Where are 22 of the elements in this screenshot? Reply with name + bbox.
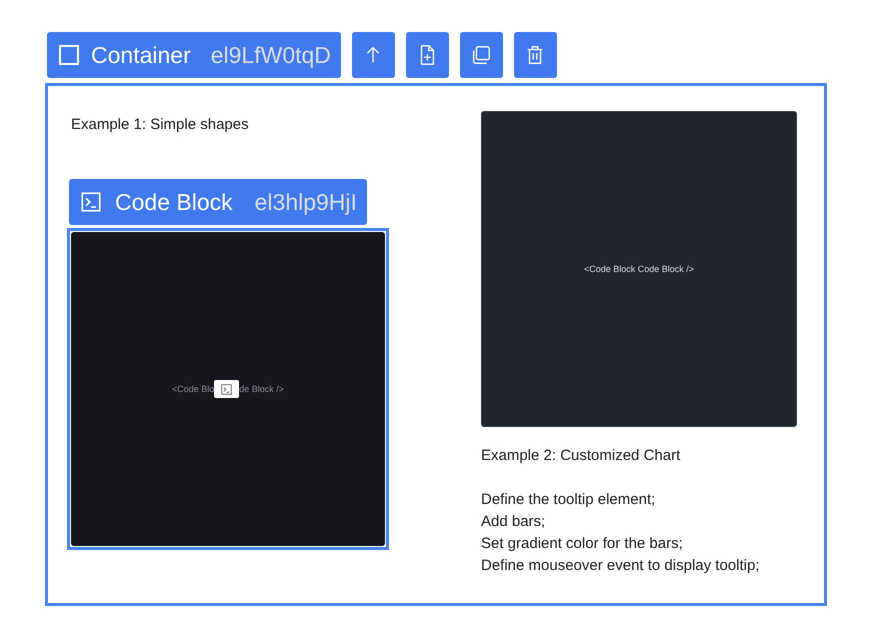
up-button[interactable] — [352, 32, 395, 78]
code-preview[interactable]: <Code Block Code Block /> — [481, 111, 797, 427]
delete-button[interactable] — [514, 32, 557, 78]
step-text: Set gradient color for the bars; — [481, 534, 684, 554]
example-heading: Example 2: Customized Chart — [481, 446, 682, 466]
terminal-icon — [81, 192, 101, 212]
square-icon — [59, 45, 79, 65]
element-id: el9LfW0tqD — [210, 42, 331, 68]
code-placeholder: <Code Block Code Block /> — [584, 264, 694, 274]
duplicate-button[interactable] — [460, 32, 503, 78]
element-id: el3hlp9HjI — [254, 188, 357, 216]
add-button[interactable] — [406, 32, 449, 78]
step-text: Define the tooltip element; — [481, 490, 656, 510]
step-text: Define mouseover event to display tooltip; — [481, 556, 760, 576]
code-placeholder: <Code Blo — [172, 384, 214, 394]
example-heading: Example 1: Simple shapes — [71, 115, 250, 135]
code-placeholder: de Block /> — [239, 384, 284, 394]
step-text: Add bars; — [481, 512, 546, 532]
element-type: Container — [91, 42, 191, 68]
element-type: Code Block — [115, 188, 233, 216]
copy-icon — [470, 44, 492, 66]
terminal-badge — [214, 380, 240, 398]
